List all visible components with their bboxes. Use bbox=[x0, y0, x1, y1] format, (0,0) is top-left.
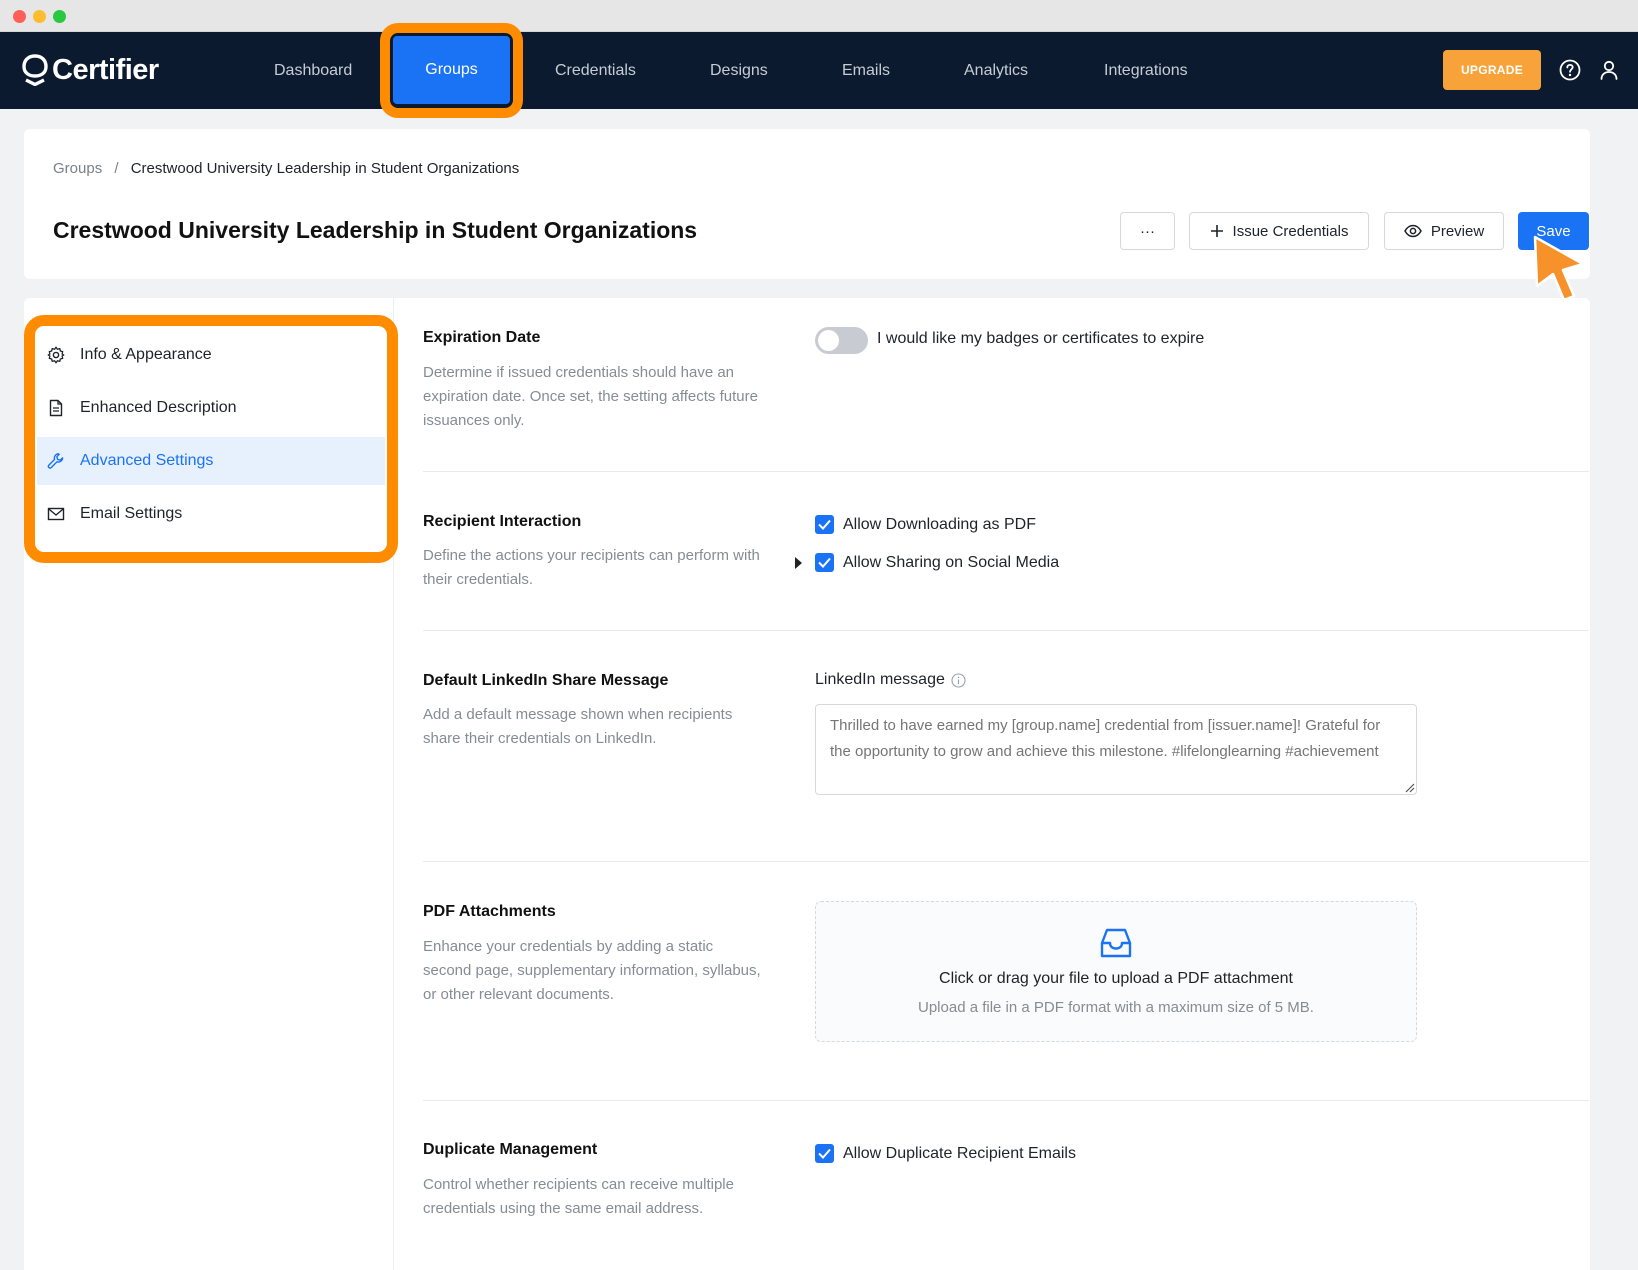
certifier-logo[interactable]: Certifier bbox=[22, 52, 159, 88]
maximize-window-button[interactable] bbox=[53, 10, 66, 23]
nav-emails[interactable]: Emails bbox=[842, 56, 890, 86]
upload-main-text: Click or drag your file to upload a PDF … bbox=[939, 970, 1293, 987]
sidebar-highlight-annotation bbox=[24, 315, 398, 563]
upload-sub-text: Upload a file in a PDF format with a max… bbox=[918, 999, 1314, 1016]
section-divider bbox=[423, 471, 1589, 472]
allow-pdf-label: Allow Downloading as PDF bbox=[843, 516, 1036, 533]
inbox-icon bbox=[1100, 928, 1132, 958]
checkmark-icon bbox=[818, 557, 831, 568]
allow-duplicate-checkbox[interactable] bbox=[815, 1144, 834, 1163]
allow-duplicate-label: Allow Duplicate Recipient Emails bbox=[843, 1145, 1076, 1162]
preview-label: Preview bbox=[1430, 222, 1485, 240]
section-divider bbox=[423, 861, 1589, 862]
allow-pdf-checkbox[interactable] bbox=[815, 515, 834, 534]
expiration-title: Expiration Date bbox=[423, 329, 541, 346]
page-header-card bbox=[24, 129, 1590, 279]
expiration-description: Determine if issued credentials should h… bbox=[423, 364, 758, 429]
breadcrumb-separator: / bbox=[114, 160, 119, 177]
breadcrumb: Groups / Crestwood University Leadership… bbox=[53, 160, 519, 177]
nav-analytics[interactable]: Analytics bbox=[964, 56, 1028, 86]
allow-social-checkbox[interactable] bbox=[815, 553, 834, 572]
linkedin-title: Default LinkedIn Share Message bbox=[423, 672, 669, 689]
top-navigation: Certifier Dashboard Credentials Designs … bbox=[0, 32, 1638, 109]
linkedin-message-textarea[interactable] bbox=[815, 704, 1417, 795]
pdf-description: Enhance your credentials by adding a sta… bbox=[423, 938, 761, 1003]
issue-credentials-label: Issue Credentials bbox=[1232, 222, 1349, 240]
checkmark-icon bbox=[818, 1148, 831, 1159]
pointer-cursor-icon bbox=[1533, 235, 1585, 302]
resize-handle-icon[interactable] bbox=[1403, 781, 1415, 793]
interaction-description: Define the actions your recipients can p… bbox=[423, 547, 760, 588]
nav-designs[interactable]: Designs bbox=[710, 56, 768, 86]
breadcrumb-groups-link[interactable]: Groups bbox=[53, 160, 102, 177]
groups-highlight-annotation bbox=[380, 23, 523, 118]
eye-icon bbox=[1403, 224, 1422, 238]
expand-caret-icon[interactable] bbox=[795, 557, 802, 569]
pdf-upload-dropzone[interactable]: Click or drag your file to upload a PDF … bbox=[815, 901, 1417, 1042]
preview-button[interactable]: Preview bbox=[1384, 212, 1504, 250]
section-divider bbox=[423, 1100, 1589, 1101]
linkedin-field-label: LinkedIn message bbox=[815, 671, 966, 689]
logo-text: Certifier bbox=[52, 53, 159, 86]
info-icon[interactable] bbox=[951, 672, 966, 688]
help-icon[interactable] bbox=[1558, 58, 1582, 82]
issue-credentials-button[interactable]: Issue Credentials bbox=[1189, 212, 1369, 250]
nav-integrations[interactable]: Integrations bbox=[1104, 56, 1188, 86]
close-window-button[interactable] bbox=[13, 10, 26, 23]
duplicate-description: Control whether recipients can receive m… bbox=[423, 1176, 734, 1217]
breadcrumb-current: Crestwood University Leadership in Stude… bbox=[130, 160, 520, 177]
more-options-button[interactable]: ··· bbox=[1120, 212, 1175, 250]
duplicate-title: Duplicate Management bbox=[423, 1141, 598, 1158]
allow-social-label: Allow Sharing on Social Media bbox=[843, 554, 1060, 571]
minimize-window-button[interactable] bbox=[33, 10, 46, 23]
page-title: Crestwood University Leadership in Stude… bbox=[53, 217, 698, 243]
nav-credentials[interactable]: Credentials bbox=[555, 56, 636, 86]
more-options-label: ··· bbox=[1140, 222, 1155, 240]
plus-icon bbox=[1210, 225, 1223, 237]
linkedin-label-text: LinkedIn message bbox=[815, 671, 945, 688]
expiration-toggle[interactable] bbox=[815, 327, 868, 354]
user-icon[interactable] bbox=[1597, 58, 1621, 82]
certifier-logo-icon bbox=[22, 54, 48, 86]
interaction-title: Recipient Interaction bbox=[423, 513, 582, 530]
section-divider bbox=[423, 630, 1589, 631]
checkmark-icon bbox=[818, 519, 831, 530]
expiration-toggle-label: I would like my badges or certificates t… bbox=[877, 330, 1205, 347]
pdf-title: PDF Attachments bbox=[423, 903, 556, 920]
upgrade-button[interactable]: UPGRADE bbox=[1443, 50, 1541, 90]
nav-dashboard[interactable]: Dashboard bbox=[274, 56, 352, 86]
window-titlebar bbox=[0, 0, 1638, 32]
linkedin-description: Add a default message shown when recipie… bbox=[423, 706, 733, 747]
toggle-knob bbox=[818, 330, 839, 351]
